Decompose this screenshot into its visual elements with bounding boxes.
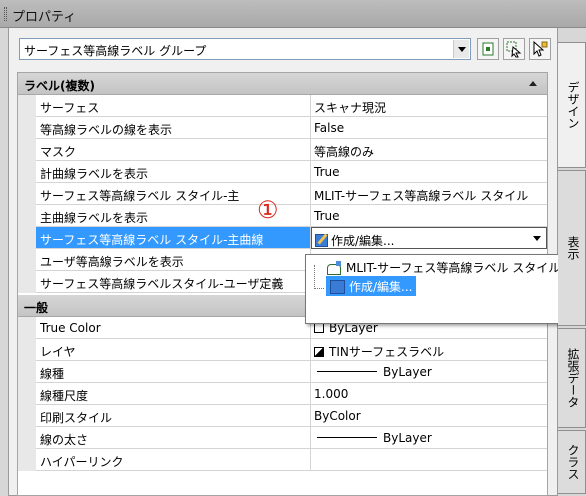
dropdown-option-create-edit[interactable]: 作成/編集... (326, 276, 416, 296)
row-gutter (18, 117, 36, 139)
quick-select-icon (533, 40, 548, 57)
annotation-marker: ① (257, 196, 279, 224)
tab-label: クラス (566, 444, 580, 480)
row-gutter (18, 139, 36, 161)
property-name: 等高線ラベルの線を表示 (36, 117, 311, 139)
property-value[interactable]: True (311, 161, 547, 183)
table-row[interactable]: 線種尺度 1.000 (18, 383, 547, 405)
property-value[interactable]: ByColor (311, 405, 547, 427)
row-gutter (18, 227, 36, 249)
table-row[interactable]: サーフェス スキャナ現況 (18, 95, 547, 117)
row-gutter (18, 271, 36, 293)
style-dropdown-list[interactable]: MLIT-サーフェス等高線ラベル スタイル 作成/編集... (305, 254, 582, 324)
chevron-down-icon[interactable] (533, 236, 541, 241)
row-gutter (18, 339, 36, 361)
property-name: True Color (36, 317, 311, 339)
property-value[interactable] (311, 449, 547, 471)
quick-select-button[interactable] (529, 38, 551, 60)
side-tabs: デザイン 表示 拡張データ クラス (558, 28, 586, 496)
lineweight-preview-icon (317, 437, 377, 438)
row-gutter (18, 205, 36, 227)
property-value[interactable]: True (311, 205, 547, 227)
edit-style-icon (315, 234, 328, 247)
row-gutter (18, 361, 36, 383)
style-dropdown-value: 作成/編集... (331, 234, 395, 248)
property-name: サーフェス (36, 95, 311, 117)
chevron-down-icon[interactable] (453, 40, 469, 58)
table-row[interactable]: サーフェス等高線ラベル スタイル-主 MLIT-サーフェス等高線ラベル スタイル (18, 183, 547, 205)
category-labels-title: ラベル(複数) (24, 79, 95, 93)
property-value[interactable]: スキャナ現況 (311, 95, 547, 117)
property-value[interactable]: ByLayer (311, 361, 547, 383)
toggle-pickadd-button[interactable] (477, 38, 499, 60)
tab-label: 拡張データ (566, 348, 580, 408)
property-name: 計曲線ラベルを表示 (36, 161, 311, 183)
tab-display[interactable]: 表示 (558, 170, 586, 326)
property-value[interactable]: 等高線のみ (311, 139, 547, 161)
select-objects-icon (506, 41, 522, 58)
property-name: レイヤ (36, 339, 311, 361)
property-value[interactable]: 1.000 (311, 383, 547, 405)
table-row-selected[interactable]: サーフェス等高線ラベル スタイル-主曲線 作成/編集... (18, 227, 547, 249)
property-name: 線種尺度 (36, 383, 311, 405)
color-swatch-icon (314, 323, 324, 333)
window-title: プロパティ (12, 10, 77, 25)
tab-label: デザイン (566, 81, 580, 129)
row-gutter (18, 161, 36, 183)
tab-class[interactable]: クラス (558, 430, 586, 494)
row-gutter (18, 405, 36, 427)
property-name: ハイパーリンク (36, 449, 311, 471)
row-gutter (18, 317, 36, 339)
collapse-icon[interactable] (529, 81, 537, 86)
table-row[interactable]: レイヤ TINサーフェスラベル (18, 339, 547, 361)
property-value[interactable]: MLIT-サーフェス等高線ラベル スタイル (311, 183, 547, 205)
dropdown-option-label: 作成/編集... (349, 280, 413, 294)
grip-handle[interactable] (4, 7, 7, 21)
table-row[interactable]: 線の太さ ByLayer (18, 427, 547, 449)
category-labels[interactable]: ラベル(複数) (18, 73, 547, 95)
property-name: 線の太さ (36, 427, 311, 449)
property-name: ユーザ等高線ラベルを表示 (36, 249, 311, 271)
row-gutter (18, 249, 36, 271)
property-value-text: ByLayer (383, 365, 432, 379)
property-name: サーフェス等高線ラベルスタイル-ユーザ定義 (36, 271, 311, 293)
layer-swatch-icon (314, 347, 324, 357)
row-gutter (18, 449, 36, 471)
title-bar[interactable]: プロパティ (0, 0, 586, 28)
row-gutter (18, 183, 36, 205)
row-gutter (18, 383, 36, 405)
select-objects-button[interactable] (503, 38, 525, 60)
row-gutter (18, 95, 36, 117)
category-general-title: 一般 (24, 301, 49, 315)
table-row[interactable]: 印刷スタイル ByColor (18, 405, 547, 427)
table-row[interactable]: 主曲線ラベルを表示 True (18, 205, 547, 227)
pickadd-icon (482, 42, 494, 56)
table-row[interactable]: マスク 等高線のみ (18, 139, 547, 161)
label-style-icon (326, 261, 342, 275)
property-value-text: TINサーフェスラベル (329, 345, 445, 359)
property-name: 印刷スタイル (36, 405, 311, 427)
table-row[interactable]: ハイパーリンク (18, 449, 547, 471)
property-value[interactable]: TINサーフェスラベル (311, 339, 547, 361)
row-gutter (18, 427, 36, 449)
dropdown-option-style[interactable]: MLIT-サーフェス等高線ラベル スタイル (322, 257, 563, 277)
object-type-value: サーフェス等高線ラベル グループ (24, 44, 207, 58)
property-name: マスク (36, 139, 311, 161)
table-row[interactable]: 線種 ByLayer (18, 361, 547, 383)
tab-design[interactable]: デザイン (558, 42, 586, 168)
property-value-text: ByLayer (383, 431, 432, 445)
property-value[interactable]: ByLayer (311, 427, 547, 449)
property-name: 線種 (36, 361, 311, 383)
tab-extended-data[interactable]: 拡張データ (558, 328, 586, 428)
property-name: サーフェス等高線ラベル スタイル-主曲線 (36, 227, 311, 249)
linetype-preview-icon (317, 371, 377, 372)
table-row[interactable]: 計曲線ラベルを表示 True (18, 161, 547, 183)
table-row[interactable]: 等高線ラベルの線を表示 False (18, 117, 547, 139)
property-value[interactable]: False (311, 117, 547, 139)
style-dropdown[interactable]: 作成/編集... (311, 227, 547, 249)
object-type-select[interactable]: サーフェス等高線ラベル グループ (19, 38, 471, 60)
tab-label: 表示 (566, 236, 580, 260)
edit-style-icon (330, 280, 345, 294)
dropdown-option-label: MLIT-サーフェス等高線ラベル スタイル (346, 261, 561, 275)
